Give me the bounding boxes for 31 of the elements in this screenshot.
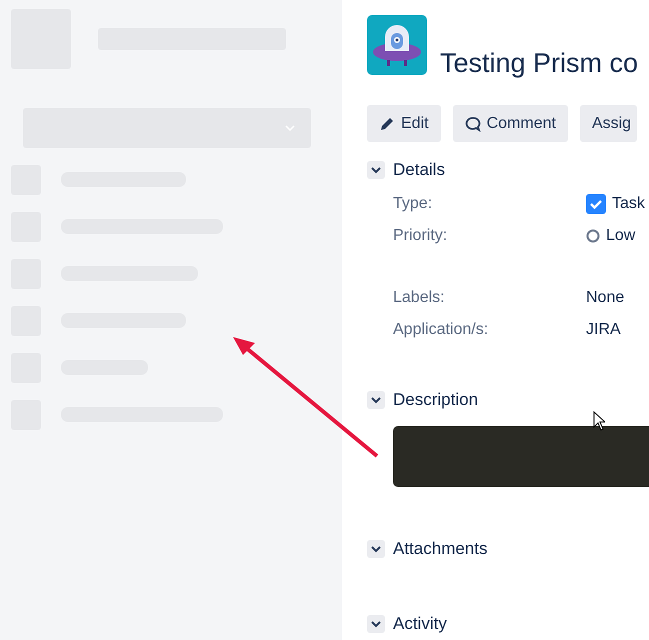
checkbox-icon [586,194,606,214]
action-button[interactable]: Assig [580,105,638,142]
field-value: Task [612,195,645,213]
collapse-toggle[interactable] [367,615,385,633]
field-label: Priority: [393,227,448,245]
field-value: JIRA [586,321,621,339]
edit-button[interactable]: Edit [367,105,441,142]
section-title: Details [393,160,445,180]
circle-icon [586,229,600,243]
section-title: Activity [393,614,447,634]
field-value: Low [606,227,636,245]
chevron-icon [371,619,381,629]
mouse-pointer-icon [593,411,605,431]
chevron-icon [371,165,381,175]
field-label: Application/s: [393,321,490,339]
project-avatar-icon [367,15,427,75]
chevron-icon [285,125,295,131]
chevron-icon [371,395,381,405]
pencil-icon [379,116,395,132]
comment-button[interactable]: Comment [452,105,568,142]
collapse-toggle[interactable] [367,161,385,179]
field-label: Labels: [393,289,446,307]
speech-bubble-icon [464,116,481,132]
chevron-icon [371,544,381,554]
collapse-toggle[interactable] [367,391,385,409]
section-title: Description [393,390,478,410]
collapse-toggle[interactable] [367,540,385,558]
field-label: Type: [393,195,434,213]
field-value: None [586,289,624,307]
section-title: Attachments [393,539,488,559]
issue-title: Testing Prism co [440,48,638,79]
